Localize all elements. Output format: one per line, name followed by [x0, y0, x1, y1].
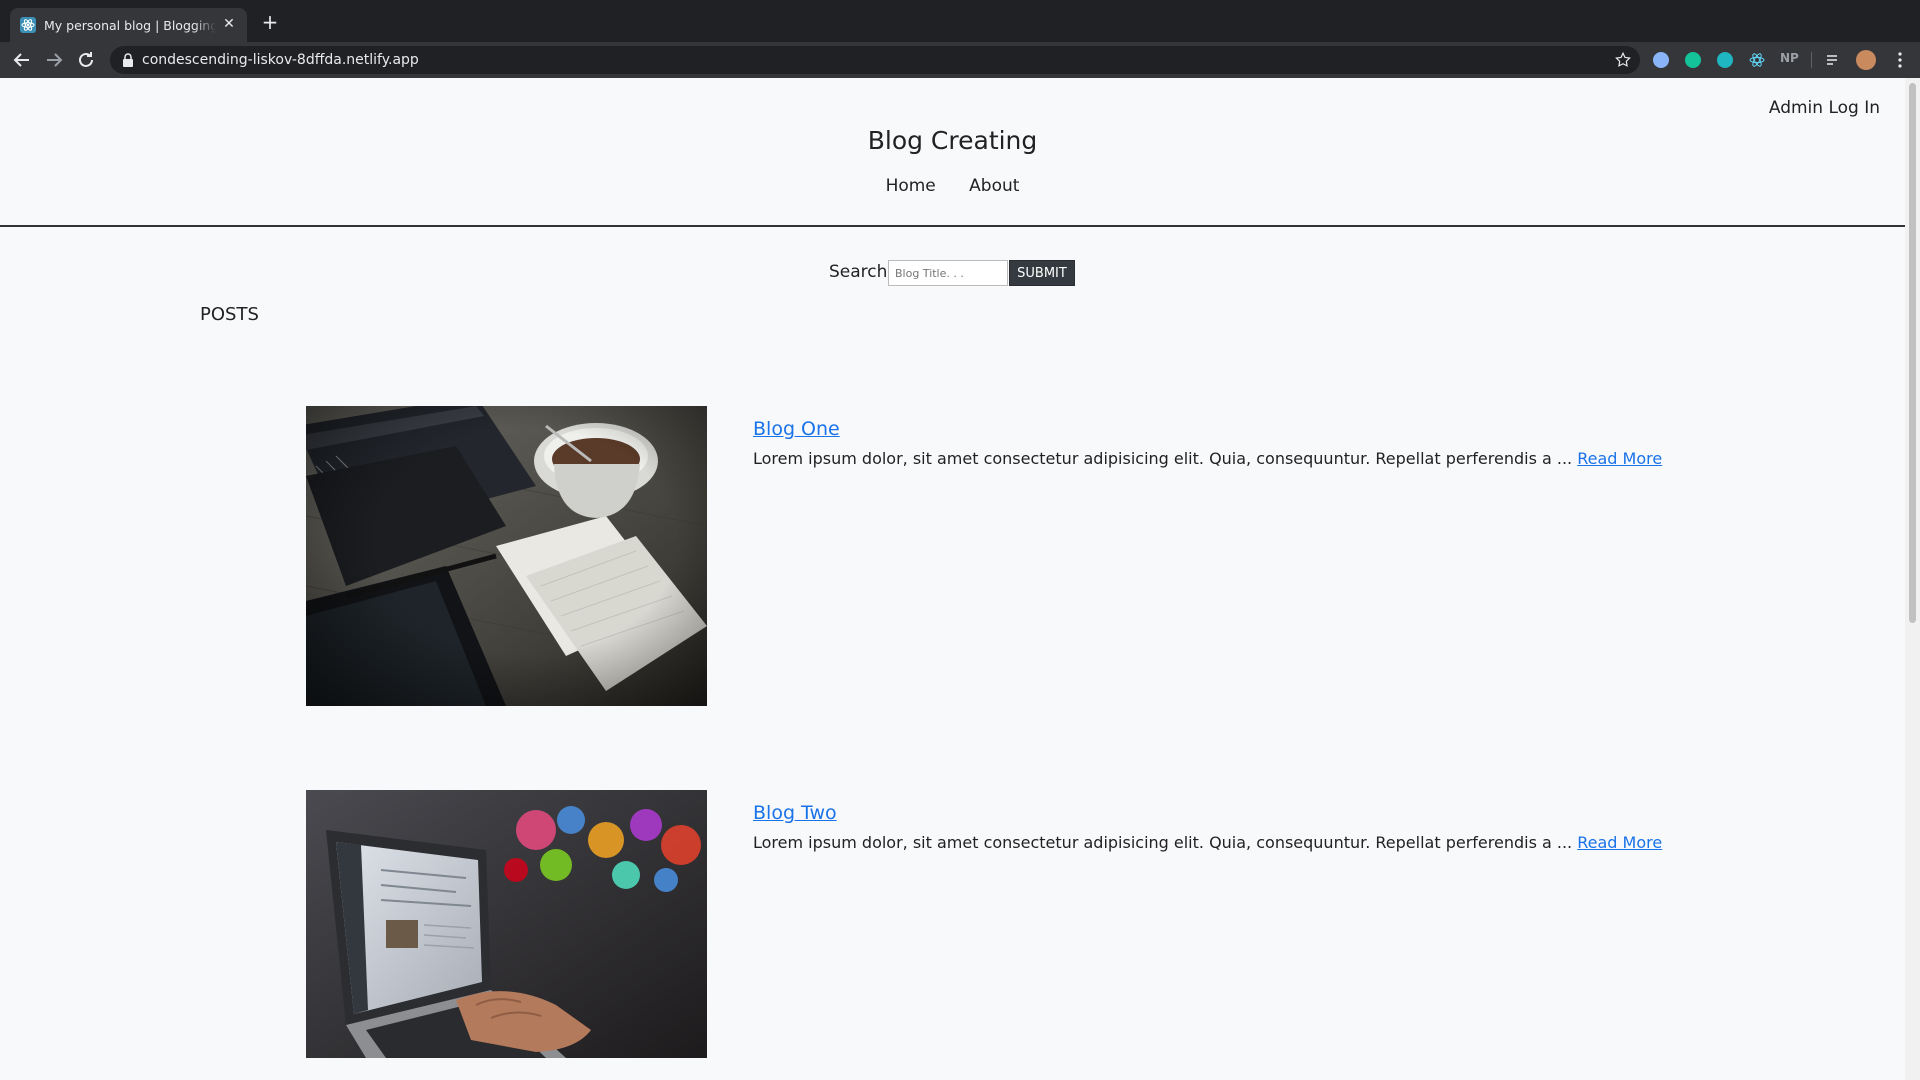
site-title: Blog Creating — [867, 126, 1038, 155]
post-title-link[interactable]: Blog Two — [753, 802, 837, 824]
nav-about-link[interactable]: About — [969, 176, 1019, 196]
notebook-coffee-image — [306, 406, 707, 706]
extension-shield-icon[interactable] — [1653, 52, 1669, 68]
post-excerpt: Lorem ipsum dolor, sit amet consectetur … — [753, 449, 1662, 468]
react-devtools-icon[interactable] — [1749, 52, 1765, 68]
react-favicon-icon — [20, 17, 36, 33]
search-label: Search: — [829, 262, 894, 282]
url-text[interactable]: condescending-liskov-8dffda.netlify.app — [142, 52, 419, 68]
post-excerpt: Lorem ipsum dolor, sit amet consectetur … — [753, 833, 1662, 852]
browser-tabbar: My personal blog | Blogging simply ✕ + — [0, 0, 1920, 42]
read-more-link[interactable]: Read More — [1577, 833, 1662, 852]
address-bar[interactable]: condescending-liskov-8dffda.netlify.app — [110, 46, 1640, 74]
reading-list-icon[interactable] — [1825, 52, 1841, 68]
scrollbar-thumb[interactable] — [1909, 83, 1916, 623]
post-title-link[interactable]: Blog One — [753, 418, 840, 440]
extension-m-icon[interactable] — [1717, 52, 1733, 68]
np-extension-icon[interactable]: NP — [1780, 51, 1799, 65]
close-tab-icon[interactable]: ✕ — [221, 16, 237, 32]
post-image[interactable] — [306, 790, 707, 1058]
search-input[interactable] — [888, 260, 1008, 286]
grammarly-extension-icon[interactable] — [1685, 52, 1701, 68]
forward-arrow-icon[interactable] — [42, 48, 66, 72]
page-scrollbar[interactable] — [1905, 78, 1920, 1080]
admin-login-link[interactable]: Admin Log In — [1769, 98, 1880, 118]
tab-title: My personal blog | Blogging simply — [44, 18, 216, 33]
page-content: Admin Log In Blog Creating Home About Se… — [0, 78, 1905, 1080]
nav-home-link[interactable]: Home — [886, 176, 936, 196]
browser-toolbar: condescending-liskov-8dffda.netlify.app … — [0, 42, 1920, 78]
bookmark-star-icon[interactable] — [1614, 51, 1632, 69]
read-more-link[interactable]: Read More — [1577, 449, 1662, 468]
post-image[interactable] — [306, 406, 707, 706]
laptop-typing-image — [306, 790, 707, 1058]
post-excerpt-text: Lorem ipsum dolor, sit amet consectetur … — [753, 833, 1573, 852]
browser-tab[interactable]: My personal blog | Blogging simply ✕ — [10, 8, 247, 42]
new-tab-icon[interactable]: + — [260, 12, 280, 33]
toolbar-divider — [1811, 52, 1812, 68]
more-menu-icon[interactable] — [1890, 50, 1910, 70]
main-nav: Home About — [0, 176, 1905, 196]
lock-icon[interactable] — [122, 53, 134, 67]
search-submit-button[interactable]: SUBMIT — [1009, 260, 1075, 286]
reload-icon[interactable] — [74, 48, 98, 72]
post-excerpt-text: Lorem ipsum dolor, sit amet consectetur … — [753, 449, 1573, 468]
profile-avatar[interactable] — [1856, 50, 1876, 70]
header-divider — [0, 225, 1905, 227]
posts-heading: POSTS — [200, 304, 259, 325]
back-arrow-icon[interactable] — [10, 48, 34, 72]
